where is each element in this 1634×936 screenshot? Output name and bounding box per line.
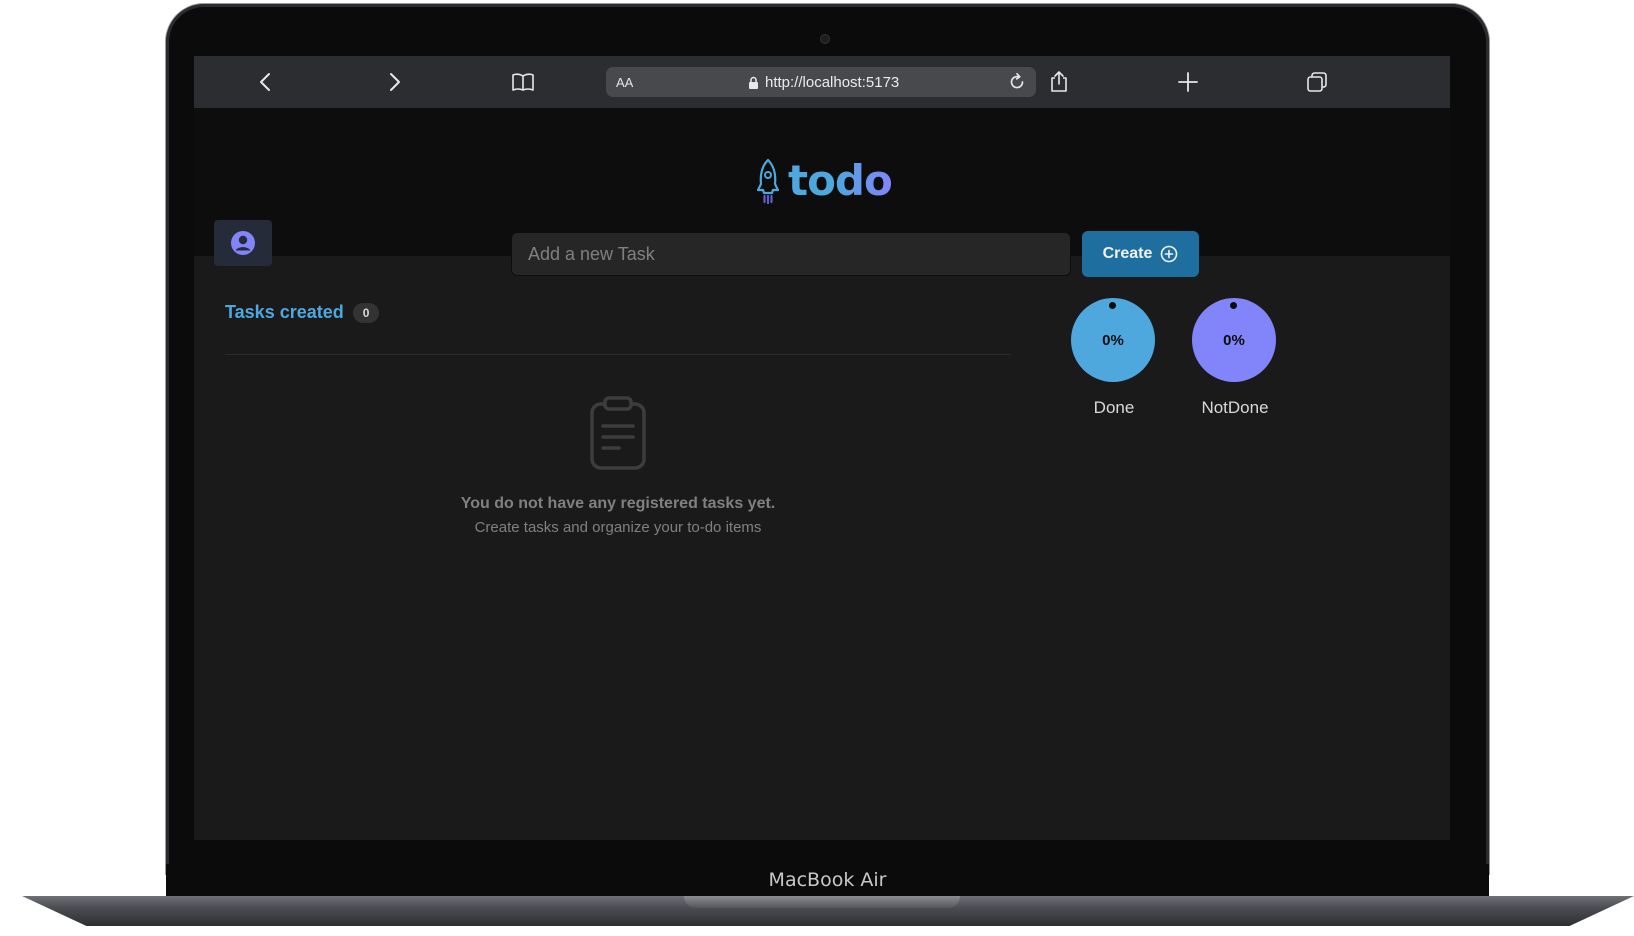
- app-logo: todo: [754, 156, 893, 205]
- notdone-label: NotDone: [1201, 398, 1269, 417]
- laptop-hinge-notch: [684, 896, 960, 908]
- logo-text: todo: [788, 156, 893, 205]
- profile-button[interactable]: [214, 220, 272, 266]
- create-button[interactable]: Create: [1082, 231, 1199, 277]
- address-bar[interactable]: AA http://localhost:5173: [606, 67, 1036, 97]
- notdone-percent: 0%: [1223, 331, 1245, 349]
- user-avatar-icon: [231, 231, 255, 255]
- divider: [225, 354, 1011, 355]
- new-tab-icon[interactable]: [1173, 68, 1203, 96]
- notdone-progress-circle: 0%: [1192, 298, 1276, 382]
- reader-button[interactable]: AA: [616, 75, 633, 90]
- rocket-icon: [756, 158, 780, 204]
- done-label: Done: [1093, 398, 1135, 417]
- browser-toolbar: AA http://localhost:5173: [194, 56, 1450, 108]
- empty-state: You do not have any registered tasks yet…: [225, 396, 1011, 536]
- share-icon[interactable]: [1044, 68, 1074, 96]
- url-value: http://localhost:5173: [765, 73, 900, 91]
- bookmarks-icon[interactable]: [508, 68, 538, 96]
- plus-circle-icon: [1161, 245, 1178, 263]
- camera-icon: [820, 34, 830, 44]
- done-progress-circle: 0%: [1071, 298, 1155, 382]
- browser-screen: AA http://localhost:5173 todo Add a new …: [194, 56, 1450, 840]
- tasks-created-label: Tasks created: [225, 302, 344, 322]
- done-percent: 0%: [1102, 331, 1124, 349]
- clipboard-icon: [590, 396, 646, 470]
- stat-notdone: 0% NotDone: [1192, 298, 1278, 418]
- create-button-label: Create: [1102, 245, 1153, 262]
- empty-title: You do not have any registered tasks yet…: [460, 495, 776, 512]
- reload-icon[interactable]: [1006, 71, 1028, 93]
- progress-marker: [1230, 302, 1237, 309]
- new-task-input[interactable]: [511, 232, 1071, 276]
- forward-icon[interactable]: [379, 68, 409, 96]
- tabs-icon[interactable]: [1302, 68, 1332, 96]
- tasks-created-counter: 0: [352, 302, 380, 323]
- device-label: MacBook Air: [768, 869, 887, 891]
- empty-subtitle: Create tasks and organize your to-do ite…: [474, 519, 762, 536]
- lock-icon: [749, 76, 758, 89]
- tasks-created: Tasks created 0: [225, 302, 380, 323]
- progress-marker: [1109, 302, 1116, 309]
- stat-done: 0% Done: [1071, 298, 1157, 418]
- url-text[interactable]: http://localhost:5173: [748, 74, 899, 91]
- back-icon[interactable]: [251, 68, 281, 96]
- laptop-chin: MacBook Air: [166, 864, 1489, 896]
